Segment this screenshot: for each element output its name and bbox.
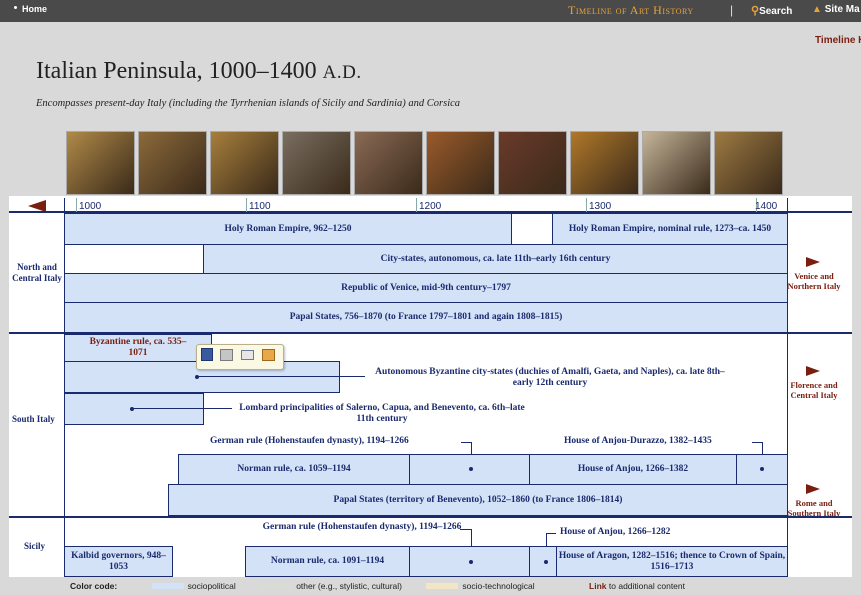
save-icon[interactable]	[201, 348, 213, 361]
color-legend: Color code: sociopolitical other (e.g., …	[70, 581, 685, 591]
bar-papal-states[interactable]: Papal States, 756–1870 (to France 1797–1…	[64, 302, 788, 333]
artwork-thumbnail[interactable]	[714, 131, 783, 195]
site-map-label: Site Ma	[824, 4, 860, 15]
bar-holy-roman-empire[interactable]: Holy Roman Empire, 962–1250	[64, 213, 512, 245]
connector-dot	[469, 560, 473, 564]
connector-line	[197, 376, 365, 377]
bullet-icon	[14, 6, 17, 9]
artwork-thumbnail[interactable]	[282, 131, 351, 195]
bar-kalbid-governors[interactable]: Kalbid governors, 948–1053	[64, 546, 173, 577]
artwork-thumbnail[interactable]	[642, 131, 711, 195]
connector-dot	[469, 467, 473, 471]
year-tick	[246, 198, 247, 212]
bar-gap	[64, 244, 204, 274]
link-florence-central-italy[interactable]: Florence and Central Italy	[784, 380, 844, 400]
bar-byzantine-rule[interactable]: Byzantine rule, ca. 535–1071	[64, 334, 212, 362]
connector-line	[461, 442, 471, 443]
bar-republic-of-venice[interactable]: Republic of Venice, mid-9th century–1797	[64, 273, 788, 303]
page-title: Italian Peninsula, 1000–1400 A.D.	[36, 58, 362, 85]
bar-norman-rule-south[interactable]: Norman rule, ca. 1059–1194	[178, 454, 410, 485]
email-icon[interactable]	[241, 350, 254, 360]
region-label-north: North and Central Italy	[12, 262, 62, 283]
year-label: 1000	[79, 201, 102, 212]
region-label-sicily: Sicily	[24, 541, 46, 551]
bar-norman-rule-sicily[interactable]: Norman rule, ca. 1091–1194	[245, 546, 410, 577]
label-german-rule-south: German rule (Hohenstaufen dynasty), 1194…	[210, 436, 409, 446]
connector-line	[546, 533, 556, 534]
legend-link[interactable]: Link	[589, 581, 606, 591]
folder-icon[interactable]	[262, 349, 275, 361]
arrow-right-icon[interactable]	[806, 484, 820, 494]
year-label: 1100	[249, 201, 271, 212]
label-german-rule-sicily: German rule (Hohenstaufen dynasty), 1194…	[262, 522, 462, 532]
legend-link-text: to additional content	[608, 581, 685, 591]
bar-city-states[interactable]: City-states, autonomous, ca. late 11th–e…	[203, 244, 788, 274]
legend-swatch-sociopolitical	[151, 583, 184, 589]
artwork-thumbnail[interactable]	[138, 131, 207, 195]
legend-label-other: other (e.g., stylistic, cultural)	[296, 581, 402, 591]
page-subtitle: Encompasses present-day Italy (including…	[36, 98, 461, 109]
bar-house-of-aragon[interactable]: House of Aragon, 1282–1516; thence to Cr…	[556, 546, 788, 577]
site-map-icon: ▲	[812, 4, 822, 15]
label-anjou-durazzo: House of Anjou-Durazzo, 1382–1435	[564, 436, 712, 446]
connector-line	[752, 442, 762, 443]
arrow-right-icon[interactable]	[806, 257, 820, 267]
legend-label-sociopolitical: sociopolitical	[187, 581, 236, 591]
year-label: 1200	[419, 201, 442, 212]
year-label: 1300	[589, 201, 612, 212]
arrow-right-icon[interactable]	[806, 366, 820, 376]
bar-lombard-principalities[interactable]	[64, 393, 204, 425]
legend-swatch-socio-tech	[426, 583, 459, 589]
bar-gap	[511, 213, 553, 245]
site-map-link[interactable]: ▲ Site Ma	[812, 4, 860, 15]
site-title-link[interactable]: Timeline of Art History	[568, 3, 694, 18]
label-lombard: Lombard principalities of Salerno, Capua…	[239, 403, 525, 424]
connector-dot	[760, 467, 764, 471]
year-tick	[586, 198, 587, 212]
search-link[interactable]: ⚲Search	[751, 4, 792, 17]
region-label-south: South Italy	[12, 414, 55, 424]
region-separator	[9, 516, 852, 518]
search-label: Search	[759, 6, 793, 17]
year-tick	[76, 198, 77, 212]
connector-line	[460, 529, 471, 530]
print-icon[interactable]	[220, 349, 233, 361]
page-title-suffix: A.D.	[322, 62, 362, 83]
link-rome-southern-italy[interactable]: Rome and Southern Italy	[784, 498, 844, 518]
artwork-thumbnail[interactable]	[426, 131, 495, 195]
legend-label-socio-tech: socio-technological	[462, 581, 535, 591]
timeline-link[interactable]: Timeline H	[815, 35, 861, 46]
bar-papal-states-benevento[interactable]: Papal States (territory of Benevento), 1…	[168, 484, 788, 516]
legend-swatch-other	[260, 583, 293, 589]
legend-title: Color code:	[70, 581, 118, 591]
year-label: 1400	[755, 201, 778, 212]
link-venice-northern-italy[interactable]: Venice and Northern Italy	[784, 271, 844, 291]
artwork-thumbnail[interactable]	[66, 131, 135, 195]
artwork-thumbnail[interactable]	[570, 131, 639, 195]
artwork-thumbnail[interactable]	[210, 131, 279, 195]
artwork-thumbnail[interactable]	[354, 131, 423, 195]
connector-dot	[544, 560, 548, 564]
bar-house-of-anjou-south[interactable]: House of Anjou, 1266–1382	[529, 454, 737, 485]
bar-byzantine-rule-text: Byzantine rule, ca. 535–1071	[89, 337, 187, 358]
search-icon: ⚲	[751, 5, 760, 17]
artwork-thumbnail[interactable]	[498, 131, 567, 195]
nav-separator: |	[730, 3, 734, 17]
label-anjou-sicily: House of Anjou, 1266–1282	[560, 527, 671, 537]
connector-line	[132, 408, 232, 409]
label-byzantine-city-states: Autonomous Byzantine city-states (duchie…	[375, 367, 725, 388]
bar-holy-roman-empire-nominal[interactable]: Holy Roman Empire, nominal rule, 1273–ca…	[552, 213, 788, 245]
home-link[interactable]: Home	[22, 4, 47, 14]
year-tick	[416, 198, 417, 212]
bar-anjou-sicily[interactable]	[529, 546, 557, 577]
page-title-text: Italian Peninsula, 1000–1400	[36, 58, 317, 84]
